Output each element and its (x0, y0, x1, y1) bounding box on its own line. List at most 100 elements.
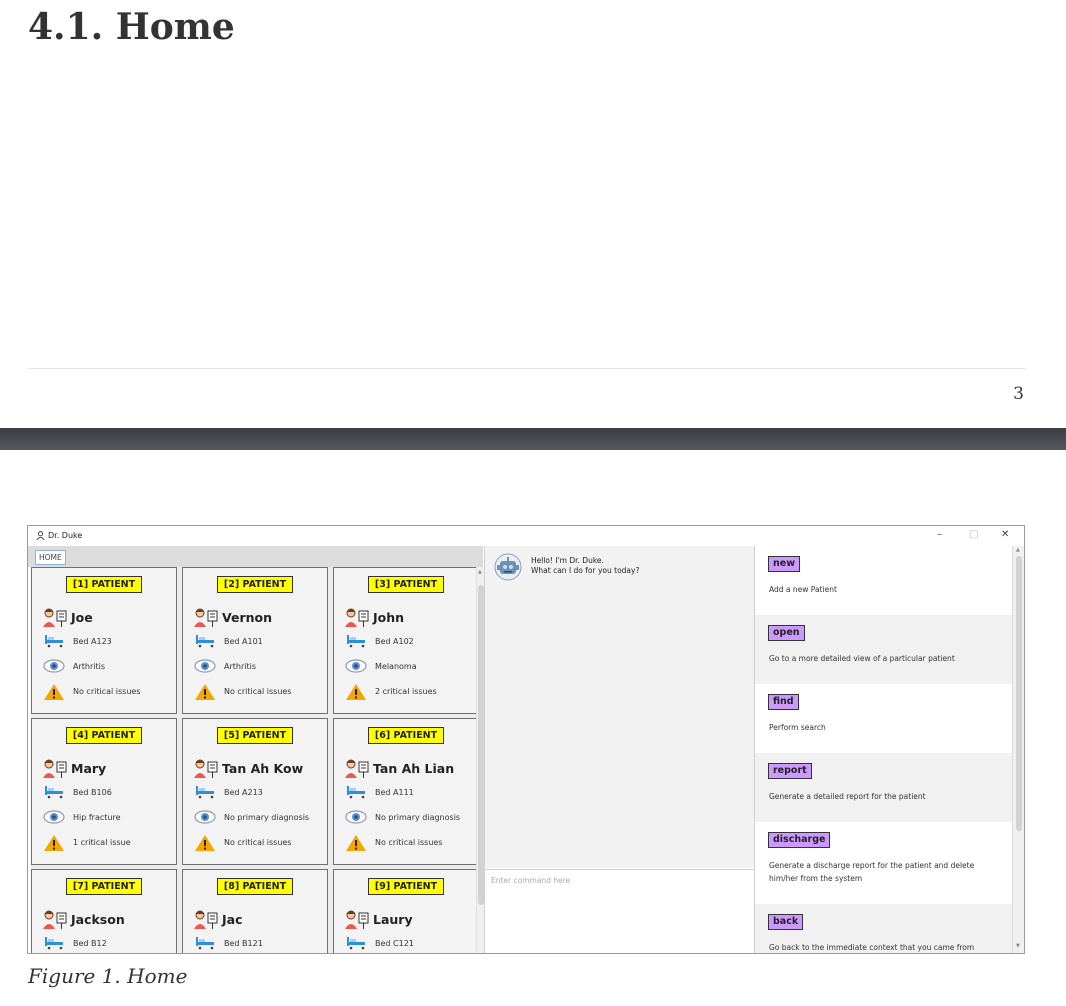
scrollbar-thumb[interactable] (1016, 556, 1022, 831)
patient-card[interactable]: [5] PATIENT Tan Ah Kow Bed A213 No prima… (182, 718, 328, 865)
app-window: Dr. Duke – □ ✕ HOME [1] PATIENT Joe Bed … (27, 525, 1025, 954)
patient-issues: No critical issues (73, 687, 141, 696)
patient-badge: [5] PATIENT (217, 727, 293, 744)
scroll-up-icon[interactable]: ▲ (1016, 547, 1020, 553)
doctor-patient-icon (194, 910, 218, 929)
page-separator (0, 428, 1066, 450)
command-chip: report (768, 763, 812, 779)
command-description: Generate a discharge report for the pati… (769, 861, 975, 883)
patient-diagnosis: Melanoma (375, 662, 417, 671)
eye-icon (43, 810, 65, 824)
patient-card[interactable]: [4] PATIENT Mary Bed B106 Hip fracture 1… (31, 718, 177, 865)
doctor-patient-icon (43, 759, 67, 778)
patient-card[interactable]: [8] PATIENT Jac Bed B121 (182, 869, 328, 953)
hospital-bed-icon (45, 786, 63, 799)
minimize-button[interactable]: – (937, 529, 942, 540)
hospital-bed-icon (196, 786, 214, 799)
command-description: Generate a detailed report for the patie… (769, 792, 926, 801)
patient-badge: [4] PATIENT (66, 727, 142, 744)
command-description: Go to a more detailed view of a particul… (769, 654, 955, 663)
close-button[interactable]: ✕ (1001, 529, 1009, 540)
hospital-bed-icon (45, 635, 63, 648)
command-help-panel: new Add a new Patient open Go to a more … (754, 546, 1013, 953)
patient-card[interactable]: [7] PATIENT Jackson Bed B12 (31, 869, 177, 953)
patient-issues: No critical issues (224, 838, 292, 847)
patient-badge: [8] PATIENT (217, 878, 293, 895)
eye-icon (43, 659, 65, 673)
page-rule (28, 368, 1026, 369)
patient-issues: 2 critical issues (375, 687, 437, 696)
tab-strip: HOME (28, 546, 483, 567)
eye-icon (194, 810, 216, 824)
patient-diagnosis: Arthritis (73, 662, 106, 671)
command-description: Add a new Patient (769, 585, 837, 594)
patient-bed: Bed B12 (73, 939, 107, 948)
patient-card[interactable]: [2] PATIENT Vernon Bed A101 Arthritis No… (182, 567, 328, 714)
patient-diagnosis: Hip fracture (73, 813, 121, 822)
help-scrollbar[interactable]: ▲ ▼ (1012, 546, 1024, 953)
warning-icon (346, 684, 366, 700)
patient-issues: No critical issues (224, 687, 292, 696)
command-input[interactable] (485, 870, 762, 890)
patient-badge: [1] PATIENT (66, 576, 142, 593)
command-description: Perform search (769, 723, 826, 732)
help-item-new[interactable]: new Add a new Patient (755, 546, 1013, 615)
patient-name: Vernon (222, 610, 273, 625)
hospital-bed-icon (347, 635, 365, 648)
patient-diagnosis: No primary diagnosis (224, 813, 310, 822)
patient-card[interactable]: [6] PATIENT Tan Ah Lian Bed A111 No prim… (333, 718, 479, 865)
command-chip: new (768, 556, 800, 572)
patient-diagnosis: Arthritis (224, 662, 257, 671)
command-chip: discharge (768, 832, 831, 848)
doctor-patient-icon (345, 910, 369, 929)
help-item-discharge[interactable]: discharge Generate a discharge report fo… (755, 822, 1013, 904)
bot-greeting: Hello! I'm Dr. Duke. (531, 556, 604, 565)
help-item-back[interactable]: back Go back to the immediate context th… (755, 904, 1013, 953)
patient-name: Tan Ah Lian (373, 761, 455, 776)
patient-card[interactable]: [9] PATIENT Laury Bed C121 (333, 869, 479, 953)
page-number: 3 (1013, 384, 1024, 404)
patient-bed: Bed C121 (375, 939, 414, 948)
patient-name: Jackson (71, 912, 125, 927)
patient-name: John (373, 610, 405, 625)
help-item-report[interactable]: report Generate a detailed report for th… (755, 753, 1013, 822)
patient-bed: Bed A111 (375, 788, 414, 797)
window-titlebar: Dr. Duke – □ ✕ (28, 526, 1024, 546)
hospital-bed-icon (347, 937, 365, 950)
scroll-up-icon[interactable]: ▲ (478, 569, 482, 575)
eye-icon (345, 659, 367, 673)
patient-name: Laury (373, 912, 413, 927)
patient-issues: 1 critical issue (73, 838, 131, 847)
doctor-patient-icon (345, 608, 369, 627)
app-icon (36, 531, 45, 543)
patient-badge: [9] PATIENT (368, 878, 444, 895)
warning-icon (44, 684, 64, 700)
hospital-bed-icon (45, 937, 63, 950)
patient-card[interactable]: [1] PATIENT Joe Bed A123 Arthritis No cr… (31, 567, 177, 714)
patient-badge: [6] PATIENT (368, 727, 444, 744)
patient-badge: [3] PATIENT (368, 576, 444, 593)
hospital-bed-icon (347, 786, 365, 799)
doctor-patient-icon (194, 759, 218, 778)
hospital-bed-icon (196, 937, 214, 950)
tab-home[interactable]: HOME (35, 550, 66, 565)
help-item-find[interactable]: find Perform search (755, 684, 1013, 753)
patient-card[interactable]: [3] PATIENT John Bed A102 Melanoma 2 cri… (333, 567, 479, 714)
doctor-patient-icon (345, 759, 369, 778)
patient-bed: Bed A102 (375, 637, 414, 646)
command-chip: find (768, 694, 799, 710)
doctor-patient-icon (194, 608, 218, 627)
hospital-bed-icon (196, 635, 214, 648)
doctor-patient-icon (43, 910, 67, 929)
warning-icon (195, 684, 215, 700)
patient-badge: [2] PATIENT (217, 576, 293, 593)
warning-icon (346, 835, 366, 851)
help-item-open[interactable]: open Go to a more detailed view of a par… (755, 615, 1013, 684)
command-box (484, 869, 762, 953)
scroll-down-icon[interactable]: ▼ (1016, 943, 1020, 949)
patient-badge: [7] PATIENT (66, 878, 142, 895)
window-title: Dr. Duke (48, 531, 83, 540)
maximize-button[interactable]: □ (969, 529, 978, 540)
figure-caption: Figure 1. Home (28, 964, 188, 988)
warning-icon (44, 835, 64, 851)
